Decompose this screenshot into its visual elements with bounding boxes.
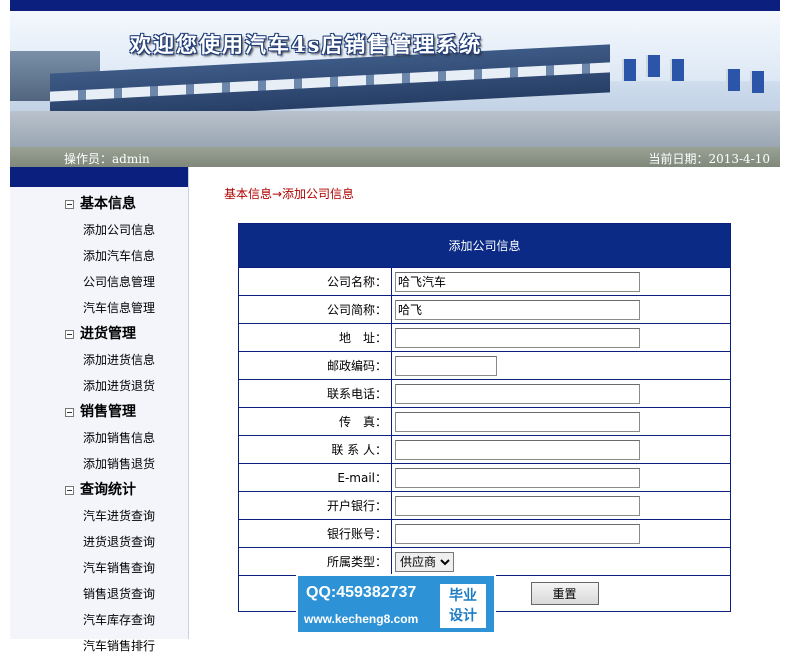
field-label-short-name: 公司简称： [238, 295, 392, 324]
account-input[interactable] [395, 523, 640, 544]
contact-input[interactable] [395, 439, 640, 460]
short-name-input[interactable] [395, 299, 640, 320]
header-banner: 欢迎您使用汽车4s店销售管理系统 [10, 11, 780, 147]
sidebar-item-sales-ranking[interactable]: 汽车销售排行 [10, 633, 188, 659]
sidebar-item-add-company[interactable]: 添加公司信息 [10, 217, 188, 243]
sidebar-group-header[interactable]: 销售管理 [10, 399, 188, 425]
watermark-overlay: QQ:459382737 www.kecheng8.com 毕业 设计 [296, 574, 496, 634]
field-label-phone: 联系电话： [238, 379, 392, 408]
watermark-badge: 毕业 设计 [440, 584, 486, 628]
field-label-postcode: 邮政编码： [238, 351, 392, 380]
sidebar-item-car-manage[interactable]: 汽车信息管理 [10, 295, 188, 321]
flag-icon [622, 59, 636, 81]
form-title: 添加公司信息 [238, 223, 731, 268]
banner-title: 欢迎您使用汽车4s店销售管理系统 [130, 32, 483, 57]
address-input[interactable] [395, 327, 640, 348]
top-bar [10, 0, 780, 11]
flag-icon [670, 59, 684, 81]
field-label-email: E-mail： [238, 463, 392, 492]
flag-icon [750, 71, 764, 93]
app-frame: 欢迎您使用汽车4s店销售管理系统 操作员：admin 当前日期：2013-4-1… [10, 0, 780, 653]
company-name-input[interactable] [395, 271, 640, 292]
field-label-type: 所属类型： [238, 547, 392, 576]
phone-input[interactable] [395, 383, 640, 404]
sidebar-item-sales-return-query[interactable]: 销售退货查询 [10, 581, 188, 607]
sidebar-item-company-manage[interactable]: 公司信息管理 [10, 269, 188, 295]
watermark-qq: QQ:459382737 [306, 584, 417, 601]
sidebar-item-purchase-return-query[interactable]: 进货退货查询 [10, 529, 188, 555]
sidebar-item-add-car[interactable]: 添加汽车信息 [10, 243, 188, 269]
sidebar-group-basic: 基本信息 添加公司信息 添加汽车信息 公司信息管理 汽车信息管理 [10, 191, 188, 321]
collapse-icon[interactable] [65, 330, 74, 339]
field-label-contact: 联 系 人： [238, 435, 392, 464]
field-label-bank: 开户银行： [238, 491, 392, 520]
field-label-account: 银行账号： [238, 519, 392, 548]
type-select[interactable]: 供应商 [395, 551, 454, 572]
flag-icon [726, 69, 740, 91]
collapse-icon[interactable] [65, 486, 74, 495]
add-company-form: 添加公司信息 公司名称： 公司简称： 地 址： 邮政编码： 联系电话： [238, 223, 731, 612]
sidebar-group-sales: 销售管理 添加销售信息 添加销售退货 [10, 399, 188, 477]
sidebar-item-stock-query[interactable]: 汽车库存查询 [10, 607, 188, 633]
operator-label: 操作员：admin [64, 152, 150, 166]
flag-icon [646, 55, 660, 77]
postcode-input[interactable] [395, 355, 497, 376]
sidebar: 基本信息 添加公司信息 添加汽车信息 公司信息管理 汽车信息管理 进货管理 添加… [10, 167, 189, 653]
email-input[interactable] [395, 467, 640, 488]
sidebar-item-sales-query[interactable]: 汽车销售查询 [10, 555, 188, 581]
breadcrumb: 基本信息→添加公司信息 [224, 187, 355, 201]
status-bar: 操作员：admin 当前日期：2013-4-10 [10, 147, 780, 167]
main-content: 基本信息→添加公司信息 添加公司信息 公司名称： 公司简称： 地 址： 邮政编码… [190, 167, 780, 639]
sidebar-item-add-purchase[interactable]: 添加进货信息 [10, 347, 188, 373]
sidebar-item-purchase-query[interactable]: 汽车进货查询 [10, 503, 188, 529]
sidebar-item-add-sale[interactable]: 添加销售信息 [10, 425, 188, 451]
bank-input[interactable] [395, 495, 640, 516]
watermark-url: www.kecheng8.com [304, 612, 419, 626]
fax-input[interactable] [395, 411, 640, 432]
sidebar-group-header[interactable]: 进货管理 [10, 321, 188, 347]
sidebar-item-add-sale-return[interactable]: 添加销售退货 [10, 451, 188, 477]
sidebar-group-header[interactable]: 查询统计 [10, 477, 188, 503]
field-label-address: 地 址： [238, 323, 392, 352]
sidebar-item-add-purchase-return[interactable]: 添加进货退货 [10, 373, 188, 399]
reset-button[interactable]: 重置 [530, 582, 599, 605]
sidebar-group-query: 查询统计 汽车进货查询 进货退货查询 汽车销售查询 销售退货查询 汽车库存查询 … [10, 477, 188, 659]
sidebar-group-header[interactable]: 基本信息 [10, 191, 188, 217]
field-label-company-name: 公司名称： [238, 267, 392, 296]
collapse-icon[interactable] [65, 408, 74, 417]
field-label-fax: 传 真： [238, 407, 392, 436]
sidebar-group-purchase: 进货管理 添加进货信息 添加进货退货 [10, 321, 188, 399]
current-date: 当前日期：2013-4-10 [648, 152, 770, 166]
collapse-icon[interactable] [65, 200, 74, 209]
